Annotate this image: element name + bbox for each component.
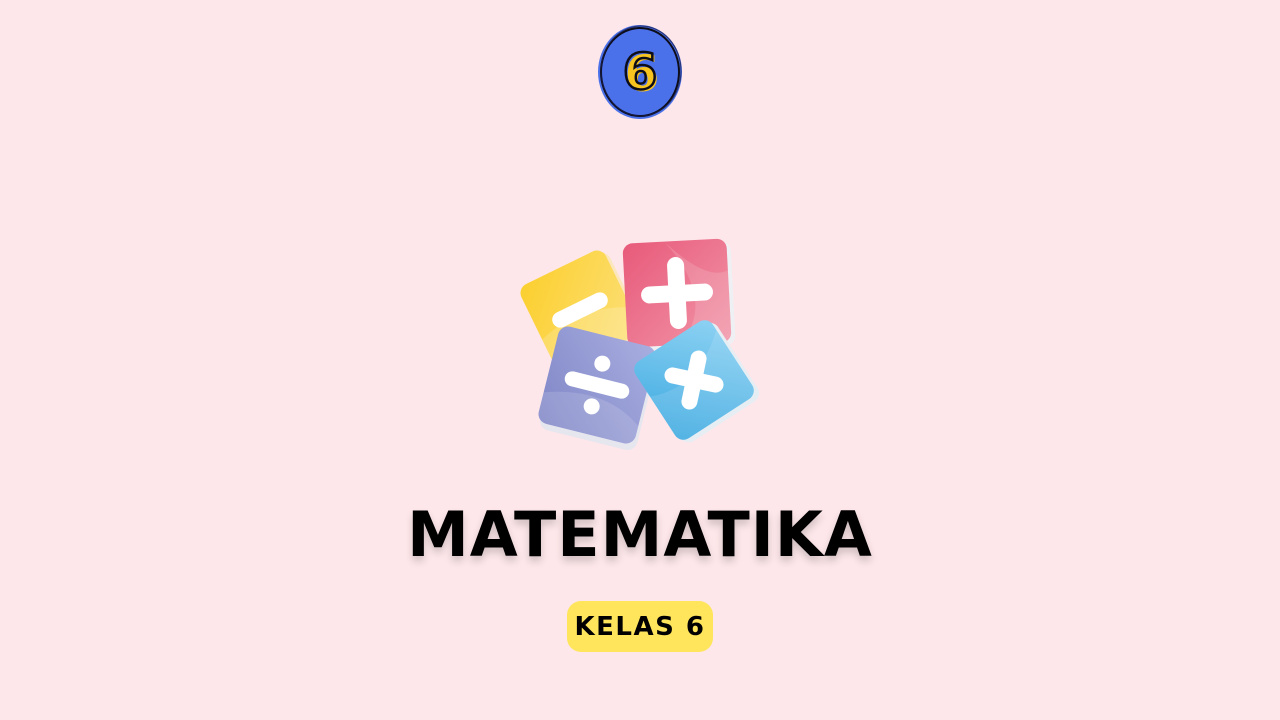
page-title: MATEMATIKA xyxy=(407,498,873,571)
badge-digit: 6 xyxy=(623,43,658,101)
grade-label: KELAS 6 xyxy=(574,611,706,642)
grade-label-pill: KELAS 6 xyxy=(567,601,713,652)
math-operators-illustration xyxy=(510,230,770,460)
grade-badge: 6 6 xyxy=(597,22,683,120)
number-six-badge-icon: 6 6 xyxy=(598,25,682,119)
